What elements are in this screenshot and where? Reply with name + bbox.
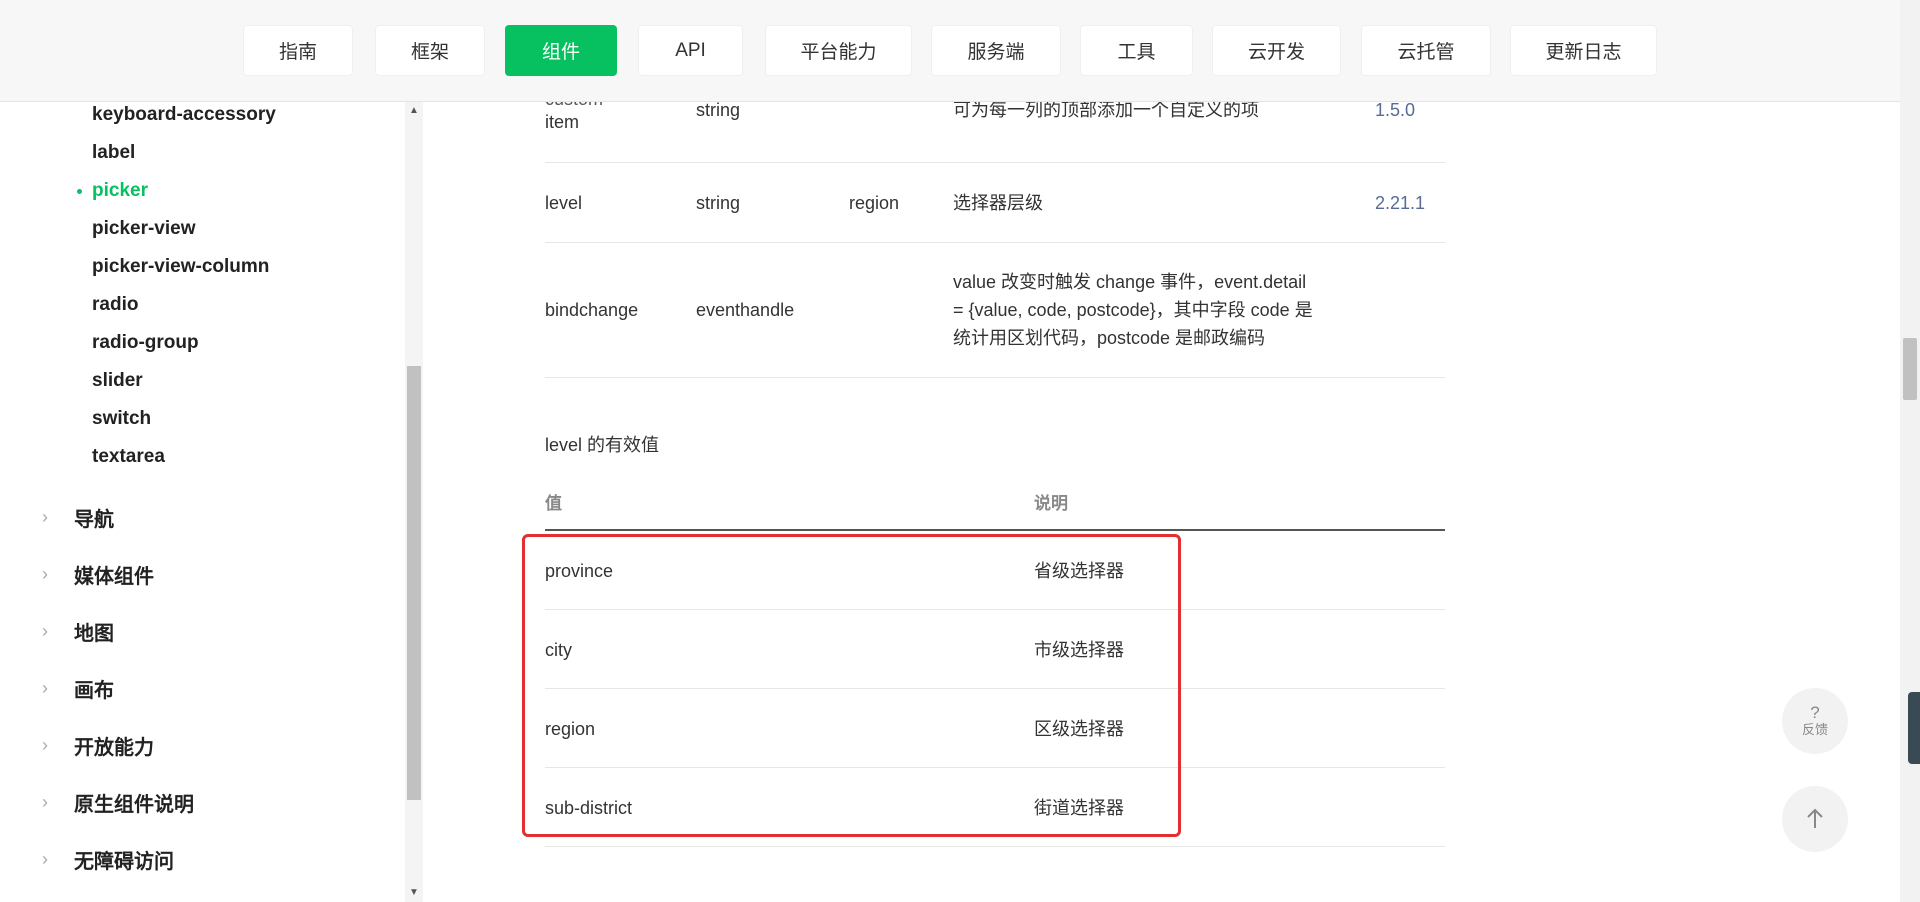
chevron-right-icon: › <box>42 564 48 584</box>
sidebar-item-label[interactable]: label <box>92 142 135 164</box>
nav-tab-guide[interactable]: 指南 <box>243 25 353 76</box>
sidebar-item-picker[interactable]: picker <box>92 180 148 202</box>
sidebar-group-accessibility[interactable]: › 无障碍访问 <box>42 845 174 874</box>
attr-name-bindchange: bindchange <box>545 300 639 320</box>
nav-tab-cloud-hosting[interactable]: 云托管 <box>1361 25 1491 76</box>
nav-tab-changelog[interactable]: 更新日志 <box>1510 25 1657 76</box>
nav-tab-platform[interactable]: 平台能力 <box>765 25 912 76</box>
attr-version-link[interactable]: 2.21.1 <box>1375 189 1425 217</box>
scroll-down-arrow-icon[interactable]: ▼ <box>405 887 423 898</box>
attr-default: region <box>849 193 900 213</box>
sidebar-item-radio[interactable]: radio <box>92 294 138 316</box>
table-header-value: 值 <box>545 494 562 513</box>
attr-name-level: level <box>545 193 583 213</box>
chevron-right-icon: › <box>42 792 48 812</box>
sidebar-item-slider[interactable]: slider <box>92 370 143 392</box>
arrow-up-icon <box>1807 808 1823 828</box>
row-divider <box>545 846 1445 847</box>
level-value: city <box>545 640 572 660</box>
attr-desc-line: value 改变时触发 change 事件，event.detail <box>953 272 1307 292</box>
sidebar-item-switch[interactable]: switch <box>92 408 151 430</box>
sidebar-group-navigation[interactable]: › 导航 <box>42 503 114 532</box>
level-desc: 区级选择器 <box>1034 719 1124 739</box>
nav-tab-components[interactable]: 组件 <box>505 25 617 76</box>
row-divider <box>545 688 1445 689</box>
level-desc: 街道选择器 <box>1034 798 1124 818</box>
attr-desc-line: 统计用区划代码，postcode 是邮政编码 <box>953 328 1266 348</box>
sidebar-group-label: 无障碍访问 <box>74 851 174 873</box>
side-widget[interactable] <box>1908 692 1920 764</box>
feedback-label: 反馈 <box>1801 722 1828 737</box>
attr-name-line: item <box>545 112 580 132</box>
sidebar-item-keyboard-accessory[interactable]: keyboard-accessory <box>92 104 276 126</box>
sidebar-group-label: 地图 <box>74 623 114 645</box>
sidebar-group-native-components[interactable]: › 原生组件说明 <box>42 788 194 817</box>
sidebar-scrollbar[interactable]: ▲ ▼ <box>405 101 423 902</box>
sidebar-group-open-capability[interactable]: › 开放能力 <box>42 731 154 760</box>
nav-tab-tools[interactable]: 工具 <box>1080 25 1193 76</box>
level-desc: 省级选择器 <box>1034 561 1124 581</box>
level-desc: 市级选择器 <box>1034 640 1124 660</box>
row-divider <box>545 242 1445 243</box>
attr-type: string <box>696 193 741 213</box>
attr-desc: 选择器层级 <box>953 193 1043 213</box>
scroll-up-arrow-icon[interactable]: ▲ <box>405 105 423 116</box>
feedback-button[interactable]: ? 反馈 <box>1782 688 1848 754</box>
top-nav: 指南 框架 组件 API 平台能力 服务端 工具 云开发 云托管 更新日志 <box>0 0 1900 102</box>
attr-type: eventhandle <box>696 300 795 320</box>
question-icon: ? <box>1810 703 1820 722</box>
chevron-right-icon: › <box>42 621 48 641</box>
chevron-right-icon: › <box>42 678 48 698</box>
level-value: province <box>545 561 614 581</box>
nav-tab-cloud-dev[interactable]: 云开发 <box>1212 25 1341 76</box>
sidebar-group-label: 原生组件说明 <box>74 794 194 816</box>
sidebar: keyboard-accessory label picker picker-v… <box>0 101 405 902</box>
row-divider <box>545 609 1445 610</box>
nav-tab-server[interactable]: 服务端 <box>931 25 1061 76</box>
sidebar-group-media[interactable]: › 媒体组件 <box>42 560 154 589</box>
sidebar-item-picker-view[interactable]: picker-view <box>92 218 196 240</box>
sidebar-item-radio-group[interactable]: radio-group <box>92 332 199 354</box>
sidebar-group-label: 媒体组件 <box>74 566 154 588</box>
level-value: sub-district <box>545 798 633 818</box>
row-divider <box>545 767 1445 768</box>
back-to-top-button[interactable] <box>1782 786 1848 852</box>
row-divider <box>545 377 1445 378</box>
chevron-right-icon: › <box>42 507 48 527</box>
table-header-desc: 说明 <box>1034 494 1068 513</box>
nav-tab-framework[interactable]: 框架 <box>375 25 485 76</box>
sidebar-scroll-thumb[interactable] <box>407 366 421 800</box>
sidebar-group-label: 导航 <box>74 509 114 531</box>
chevron-right-icon: › <box>42 735 48 755</box>
sidebar-group-canvas[interactable]: › 画布 <box>42 674 114 703</box>
attr-desc-line: = {value, code, postcode}，其中字段 code 是 <box>953 300 1313 320</box>
level-section-title: level 的有效值 <box>545 435 660 455</box>
sidebar-group-map[interactable]: › 地图 <box>42 617 114 646</box>
sidebar-group-label: 画布 <box>74 680 114 702</box>
page-scroll-thumb[interactable] <box>1903 338 1917 400</box>
active-dot <box>77 189 82 194</box>
sidebar-item-textarea[interactable]: textarea <box>92 446 165 468</box>
sidebar-item-picker-view-column[interactable]: picker-view-column <box>92 256 269 278</box>
sidebar-group-label: 开放能力 <box>74 737 154 759</box>
nav-tab-api[interactable]: API <box>638 25 743 76</box>
table-header-underline <box>545 529 1445 531</box>
page-scrollbar[interactable] <box>1900 0 1920 902</box>
chevron-right-icon: › <box>42 849 48 869</box>
level-value: region <box>545 719 596 739</box>
row-divider <box>545 162 1445 163</box>
